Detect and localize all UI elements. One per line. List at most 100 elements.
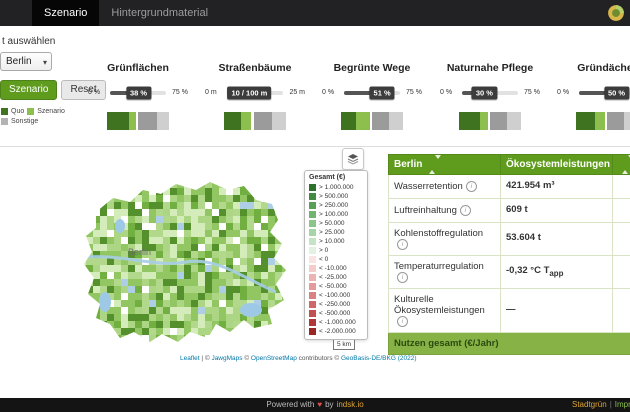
info-icon[interactable]: i bbox=[397, 238, 408, 250]
slider-track[interactable]: 30 % bbox=[462, 86, 518, 99]
chart-segment bbox=[507, 112, 521, 130]
slider-handle[interactable]: 51 % bbox=[369, 86, 395, 99]
city-select[interactable]: Berlin ▾ bbox=[0, 52, 52, 71]
legend-label: < -100.000 bbox=[319, 292, 351, 299]
map-scale-control: 5 km bbox=[333, 340, 356, 350]
map-legend-item: < -250.000 bbox=[309, 300, 363, 309]
attribution-link[interactable]: Leaflet bbox=[180, 355, 200, 362]
chart-segment bbox=[576, 112, 595, 130]
app-logo-icon[interactable] bbox=[607, 4, 625, 22]
slider-track[interactable]: 38 % bbox=[110, 86, 166, 99]
berlin-choropleth[interactable]: Berlin bbox=[58, 160, 308, 355]
slider-group-naturnahe-pflege: Naturnahe Pflege 0 % 30 % 75 % bbox=[438, 56, 542, 168]
slider-bar-chart bbox=[107, 112, 169, 130]
legend-swatch-szenario bbox=[27, 108, 35, 115]
column-header-city[interactable]: Berlin bbox=[388, 153, 501, 176]
slider-min-label: 0 m bbox=[205, 89, 217, 96]
footer-link-impressum[interactable]: Impressum bbox=[615, 398, 630, 412]
slider-handle[interactable]: 50 % bbox=[603, 86, 630, 99]
info-icon[interactable]: i bbox=[465, 181, 477, 193]
leaflet-map[interactable]: Berlin Gesamt (€) > 1.000.000 > 500.000 > … bbox=[0, 146, 419, 366]
sort-icon bbox=[429, 155, 442, 174]
tab-szenario[interactable]: Szenario bbox=[32, 0, 100, 26]
legend-swatch bbox=[309, 184, 316, 191]
slider-min-label: 0 % bbox=[440, 89, 453, 96]
attribution-text: © bbox=[242, 355, 251, 362]
row-label: Temperaturregulation bbox=[394, 260, 484, 272]
legend-swatch bbox=[309, 265, 316, 272]
empty-cell bbox=[612, 174, 630, 200]
page-footer: Powered with ♥ by indsk.io Stadtgrün | I… bbox=[0, 398, 630, 412]
map-legend-item: < -25.000 bbox=[309, 273, 363, 282]
chart-segment bbox=[355, 112, 370, 130]
chart-segment bbox=[137, 112, 157, 130]
legend-label: < -250.000 bbox=[319, 301, 351, 308]
slider-track[interactable]: 50 % bbox=[579, 86, 630, 99]
info-icon[interactable]: i bbox=[397, 315, 408, 327]
column-header-extra[interactable] bbox=[612, 153, 630, 176]
legend-swatch bbox=[309, 328, 316, 335]
chart-segment bbox=[459, 112, 481, 130]
map-legend-item: < 0 bbox=[309, 255, 363, 264]
szenario-button[interactable]: Szenario bbox=[0, 80, 58, 100]
map-legend-item: < -50.000 bbox=[309, 282, 363, 291]
chart-segment bbox=[241, 112, 252, 130]
slider-handle[interactable]: 10 / 100 m bbox=[227, 86, 272, 99]
slider-track[interactable]: 10 / 100 m bbox=[227, 86, 283, 99]
layers-control-button[interactable] bbox=[342, 148, 364, 170]
legend-swatch bbox=[309, 301, 316, 308]
slider-group-gruendaecher: Gründächer 0 % 50 % 75 % bbox=[555, 56, 630, 168]
legend-label: < -50.000 bbox=[319, 283, 347, 290]
footer-separator: | bbox=[609, 400, 612, 409]
tab-hintergrundmaterial[interactable]: Hintergrundmaterial bbox=[99, 0, 220, 26]
legend-label: < -25.000 bbox=[319, 274, 347, 281]
legend-label: < -1.000.000 bbox=[319, 319, 356, 326]
slider-track[interactable]: 51 % bbox=[344, 86, 400, 99]
layers-icon bbox=[347, 154, 359, 165]
chart-segment bbox=[156, 112, 169, 130]
chart-segment bbox=[224, 112, 242, 130]
top-navbar: Szenario Hintergrundmaterial bbox=[0, 0, 630, 26]
ecosystem-services-table: Berlin Ökosystemleistungen Wasserretenti… bbox=[388, 153, 630, 355]
row-value: 609 t bbox=[506, 204, 528, 216]
legend-swatch bbox=[309, 292, 316, 299]
slider-max-label: 75 % bbox=[406, 89, 422, 96]
legend-label-szenario: Szenario bbox=[37, 108, 65, 115]
attribution-link[interactable]: GeoBasis-DE/BKG (2022) bbox=[341, 355, 417, 362]
legend-swatch bbox=[309, 220, 316, 227]
footer-link-stadtgruen[interactable]: Stadtgrün bbox=[572, 398, 607, 412]
powered-link[interactable]: indsk.io bbox=[337, 398, 364, 412]
chart-segment bbox=[624, 112, 630, 130]
info-icon[interactable]: i bbox=[397, 271, 408, 283]
attribution-link[interactable]: OpenStreetMap bbox=[251, 355, 297, 362]
map-attribution: Leaflet | © JawgMaps © OpenStreetMap con… bbox=[178, 355, 419, 362]
bar-chart-legend: Quo Szenario Sonstige bbox=[1, 108, 65, 128]
map-legend-items: > 1.000.000 > 500.000 > 250.000 > 100.000 > … bbox=[309, 183, 363, 336]
legend-label-quo: Quo bbox=[11, 108, 25, 115]
legend-label: > 25.000 bbox=[319, 229, 345, 236]
city-select-label: t auswählen bbox=[2, 36, 56, 47]
legend-label: < -10.000 bbox=[319, 265, 347, 272]
powered-by: Powered with ♥ by indsk.io bbox=[0, 398, 630, 412]
scenario-control-panel: t auswählen Berlin ▾ Szenario Reset Quo … bbox=[0, 26, 630, 147]
slider-bar-chart bbox=[576, 112, 630, 130]
table-row-kulturelle: Kulturelle Ökosystemleistungeni — bbox=[388, 287, 630, 333]
map-legend-item: > 100.000 bbox=[309, 210, 363, 219]
footer-links: Stadtgrün | Impressum bbox=[572, 398, 630, 412]
empty-cell bbox=[612, 287, 630, 333]
powered-by-word: by bbox=[325, 400, 334, 409]
info-icon[interactable]: i bbox=[459, 204, 471, 216]
column-header-services[interactable]: Ökosystemleistungen bbox=[500, 153, 613, 176]
attribution-link[interactable]: JawgMaps bbox=[211, 355, 242, 362]
legend-label: < -2.000.000 bbox=[319, 328, 356, 335]
row-value: -0,32 °C T bbox=[506, 265, 550, 277]
slider-handle[interactable]: 38 % bbox=[125, 86, 152, 99]
slider-bar-chart bbox=[341, 112, 403, 130]
chart-segment bbox=[253, 112, 273, 130]
empty-cell bbox=[612, 254, 630, 289]
empty-cell bbox=[612, 221, 630, 256]
slider-handle[interactable]: 30 % bbox=[471, 86, 497, 99]
row-label: Kohlenstoffregulation bbox=[394, 227, 484, 239]
attribution-text: contributors © bbox=[296, 355, 341, 362]
map-legend-item: < -1.000.000 bbox=[309, 318, 363, 327]
